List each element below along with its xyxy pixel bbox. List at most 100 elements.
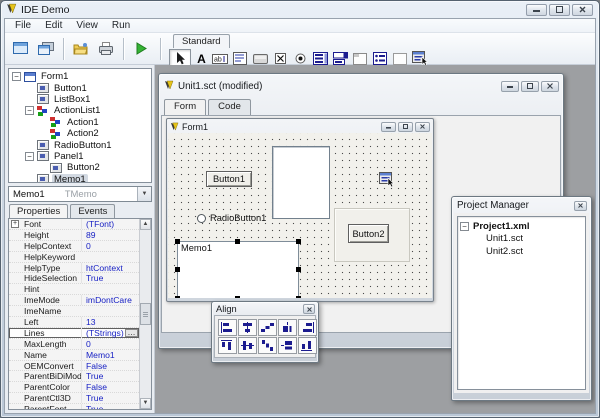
- close-button[interactable]: [541, 81, 559, 92]
- close-button[interactable]: [574, 201, 587, 211]
- align-top-edges-button[interactable]: [218, 337, 237, 354]
- view-windows-button[interactable]: [35, 39, 57, 59]
- selection-handle[interactable]: [175, 296, 180, 298]
- designed-listbox1[interactable]: [272, 146, 330, 219]
- selection-handle[interactable]: [175, 267, 180, 272]
- property-value[interactable]: True: [81, 393, 139, 403]
- align-bottom-edges-button[interactable]: [298, 337, 317, 354]
- app-titlebar[interactable]: IDE Demo: [1, 1, 599, 17]
- tree-collapse-icon[interactable]: −: [25, 106, 34, 115]
- minimize-button[interactable]: [501, 81, 519, 92]
- property-value[interactable]: True: [81, 371, 139, 381]
- close-button[interactable]: [303, 304, 315, 314]
- project-file-unit2.sct[interactable]: Unit2.sct: [460, 245, 583, 258]
- inspector-scrollbar[interactable]: ▲ ▼: [139, 219, 151, 409]
- property-row-parentcolor[interactable]: ParentColorFalse: [9, 382, 139, 393]
- form1-window[interactable]: Form1 Button1: [166, 118, 434, 302]
- tab-events[interactable]: Events: [70, 204, 115, 218]
- property-row-helpkeyword[interactable]: HelpKeyword: [9, 252, 139, 263]
- selection-handle[interactable]: [175, 239, 180, 244]
- center-vertically-in-window-button[interactable]: [278, 337, 297, 354]
- menu-item-file[interactable]: File: [8, 19, 38, 32]
- selection-handle[interactable]: [296, 239, 301, 244]
- align-titlebar[interactable]: Align: [214, 304, 316, 315]
- form1-design-surface[interactable]: Button1 RadioButton1 Button2: [168, 133, 432, 298]
- property-value[interactable]: 13: [81, 317, 139, 327]
- designed-memo1[interactable]: Memo1: [177, 241, 299, 298]
- property-row-oemconvert[interactable]: OEMConvertFalse: [9, 361, 139, 372]
- combo-dropdown-icon[interactable]: ▼: [137, 187, 151, 201]
- new-form-button[interactable]: [10, 39, 32, 59]
- designed-memo1-selected[interactable]: Memo1: [175, 239, 302, 298]
- project-manager-titlebar[interactable]: Project Manager: [454, 199, 589, 213]
- unit1-titlebar[interactable]: Unit1.sct (modified): [161, 76, 561, 97]
- close-button[interactable]: [415, 122, 430, 132]
- tree-item-button1[interactable]: Button1: [9, 82, 151, 93]
- tab-properties[interactable]: Properties: [9, 204, 68, 218]
- property-value[interactable]: imDontCare: [81, 295, 139, 305]
- menu-item-edit[interactable]: Edit: [38, 19, 69, 32]
- property-row-height[interactable]: Height89: [9, 230, 139, 241]
- tree-item-action2[interactable]: Action2: [9, 128, 151, 139]
- maximize-button[interactable]: [521, 81, 539, 92]
- property-value[interactable]: True: [81, 404, 139, 409]
- print-button[interactable]: [95, 39, 117, 59]
- space-equally-horizontally-button[interactable]: [258, 319, 277, 336]
- tree-item-actionlist1[interactable]: −ActionList1: [9, 105, 151, 116]
- align-vertical-centers-button[interactable]: [238, 337, 257, 354]
- center-horizontally-in-window-button[interactable]: [278, 319, 297, 336]
- expand-icon[interactable]: +: [11, 220, 19, 228]
- property-value[interactable]: Memo1: [81, 350, 139, 360]
- tree-item-radiobutton1[interactable]: RadioButton1: [9, 139, 151, 150]
- tree-item-button2[interactable]: Button2: [9, 162, 151, 173]
- selection-handle[interactable]: [235, 239, 240, 244]
- selection-handle[interactable]: [296, 296, 301, 298]
- designed-button2[interactable]: Button2: [348, 224, 389, 243]
- menu-item-run[interactable]: Run: [105, 19, 137, 32]
- project-file-unit1.sct[interactable]: Unit1.sct: [460, 233, 583, 246]
- tree-item-listbox1[interactable]: ListBox1: [9, 94, 151, 105]
- property-row-helpcontext[interactable]: HelpContext0: [9, 241, 139, 252]
- menu-item-view[interactable]: View: [69, 19, 105, 32]
- property-value[interactable]: (TFont): [81, 219, 139, 229]
- property-row-lines[interactable]: Lines(TStrings)…: [9, 328, 139, 339]
- property-value[interactable]: htContext: [81, 263, 139, 273]
- selection-handle[interactable]: [296, 267, 301, 272]
- align-right-edges-button[interactable]: [298, 319, 317, 336]
- property-row-maxlength[interactable]: MaxLength0: [9, 339, 139, 350]
- property-row-parentctl3d[interactable]: ParentCtl3DTrue: [9, 393, 139, 404]
- property-row-font[interactable]: +Font(TFont): [9, 219, 139, 230]
- form1-titlebar[interactable]: Form1: [168, 120, 432, 133]
- property-row-hideselection[interactable]: HideSelectionTrue: [9, 273, 139, 284]
- property-value[interactable]: 0: [81, 241, 139, 251]
- align-left-edges-button[interactable]: [218, 319, 237, 336]
- tree-collapse-icon[interactable]: −: [460, 222, 469, 231]
- property-value[interactable]: 0: [81, 339, 139, 349]
- maximize-button[interactable]: [398, 122, 413, 132]
- minimize-button[interactable]: [526, 4, 547, 16]
- space-equally-vertically-button[interactable]: [258, 337, 277, 354]
- project-root-item[interactable]: −Project1.xml: [460, 220, 583, 233]
- maximize-button[interactable]: [549, 4, 570, 16]
- scroll-thumb[interactable]: [140, 303, 151, 325]
- open-button[interactable]: [70, 39, 92, 59]
- palette-tab-standard[interactable]: Standard: [173, 34, 230, 48]
- designed-actionlist1-icon[interactable]: [378, 171, 396, 194]
- designed-button1[interactable]: Button1: [206, 171, 252, 187]
- selection-handle[interactable]: [235, 296, 240, 298]
- property-row-hint[interactable]: Hint: [9, 284, 139, 295]
- tree-collapse-icon[interactable]: −: [12, 72, 21, 81]
- designed-panel1[interactable]: Button2: [334, 208, 410, 262]
- property-row-parentfont[interactable]: ParentFontTrue: [9, 404, 139, 409]
- close-button[interactable]: [572, 4, 593, 16]
- tree-collapse-icon[interactable]: −: [25, 152, 34, 161]
- tree-item-panel1[interactable]: −Panel1: [9, 151, 151, 162]
- scroll-up-icon[interactable]: ▲: [140, 219, 151, 230]
- run-button[interactable]: [130, 39, 152, 59]
- ellipsis-button[interactable]: …: [125, 329, 138, 338]
- tree-item-action1[interactable]: Action1: [9, 117, 151, 128]
- property-value[interactable]: 89: [81, 230, 139, 240]
- property-row-parentbidimode[interactable]: ParentBiDiModeTrue: [9, 371, 139, 382]
- tree-item-memo1[interactable]: Memo1: [9, 174, 151, 183]
- tab-form[interactable]: Form: [164, 99, 206, 115]
